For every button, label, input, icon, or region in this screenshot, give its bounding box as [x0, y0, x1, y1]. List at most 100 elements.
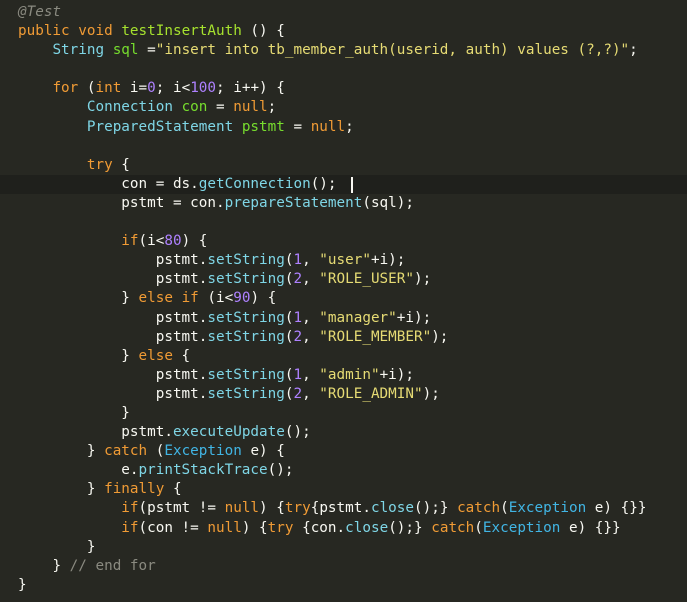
- code-token: pstmt: [121, 424, 165, 441]
- code-token: =: [147, 175, 173, 192]
- code-line[interactable]: e.printStackTrace();: [0, 461, 687, 480]
- code-token: ();}: [388, 519, 432, 536]
- code-token: +: [370, 252, 380, 269]
- code-token: catch: [104, 443, 148, 460]
- code-token: pstmt: [155, 271, 199, 288]
- code-token: ();: [284, 424, 311, 441]
- code-line[interactable]: }: [0, 404, 687, 423]
- code-token: <: [224, 290, 234, 307]
- code-token: pstmt: [155, 385, 199, 402]
- code-token: );: [396, 366, 414, 383]
- code-line[interactable]: ​: [0, 137, 687, 156]
- code-token: ++) {: [241, 80, 285, 97]
- code-token: ) {: [250, 290, 277, 307]
- code-token: pstmt: [241, 118, 285, 135]
- code-line[interactable]: PreparedStatement pstmt = null;: [0, 118, 687, 137]
- code-token: ) {: [181, 233, 208, 250]
- code-line[interactable]: for (int i=0; i<100; i++) {: [0, 79, 687, 98]
- code-token: pstmt: [155, 328, 199, 345]
- code-token: if: [121, 519, 139, 536]
- code-token: if: [121, 233, 139, 250]
- code-token: pstmt: [155, 252, 199, 269]
- code-line[interactable]: if(i<80) {: [0, 232, 687, 251]
- code-token: ;: [216, 80, 234, 97]
- code-token: }: [86, 481, 105, 498]
- code-line[interactable]: pstmt.executeUpdate();: [0, 423, 687, 442]
- code-token: ();: [310, 175, 337, 192]
- code-token: );: [431, 328, 449, 345]
- code-token: ) {: [241, 519, 268, 536]
- code-editor[interactable]: @Test public void testInsertAuth () { Str…: [0, 0, 687, 602]
- code-token: close: [345, 519, 389, 536]
- code-token: e: [568, 519, 578, 536]
- code-token: =: [138, 42, 156, 59]
- code-token: 100: [190, 80, 217, 97]
- code-line[interactable]: con = ds.getConnection();: [0, 174, 687, 194]
- code-token: null: [233, 99, 268, 116]
- code-token: con: [310, 519, 337, 536]
- code-line[interactable]: pstmt.setString(2, "ROLE_MEMBER");: [0, 328, 687, 347]
- code-line[interactable]: if(pstmt != null) {try{pstmt.close();} c…: [0, 499, 687, 518]
- code-token: );: [388, 252, 406, 269]
- code-token: "user": [319, 252, 371, 269]
- code-token: (: [138, 519, 148, 536]
- code-line[interactable]: pstmt.setString(2, "ROLE_USER");: [0, 270, 687, 289]
- code-line[interactable]: } else if (i<90) {: [0, 289, 687, 308]
- code-token: "manager": [319, 309, 397, 326]
- code-token: Connection: [86, 99, 173, 116]
- code-line[interactable]: pstmt.setString(2, "ROLE_ADMIN");: [0, 385, 687, 404]
- code-token: {: [172, 347, 191, 364]
- code-token: ) {}}: [577, 519, 621, 536]
- code-token: null: [224, 500, 260, 517]
- code-token: printStackTrace: [138, 462, 268, 479]
- code-token: ,: [302, 309, 320, 326]
- code-line[interactable]: pstmt.setString(1, "manager"+i);: [0, 309, 687, 328]
- code-line[interactable]: } finally {: [0, 480, 687, 499]
- code-token: e: [121, 462, 130, 479]
- code-token: () {: [241, 23, 285, 40]
- code-line[interactable]: pstmt = con.prepareStatement(sql);: [0, 194, 687, 213]
- code-line[interactable]: pstmt.setString(1, "admin"+i);: [0, 366, 687, 385]
- code-line[interactable]: Connection con = null;: [0, 98, 687, 117]
- code-line[interactable]: ​: [0, 213, 687, 232]
- code-line[interactable]: }: [0, 576, 687, 595]
- code-line[interactable]: } // end for: [0, 557, 687, 576]
- code-line[interactable]: pstmt.setString(1, "user"+i);: [0, 251, 687, 270]
- code-line[interactable]: try {: [0, 156, 687, 175]
- code-token: 1: [293, 366, 303, 383]
- code-line[interactable]: @Test: [0, 3, 687, 22]
- code-line[interactable]: }: [0, 538, 687, 557]
- code-token: ,: [302, 252, 320, 269]
- code-token: 0: [147, 80, 156, 97]
- code-token: PreparedStatement: [86, 118, 234, 135]
- code-token: ) {: [259, 443, 285, 460]
- code-token: ;: [629, 42, 638, 59]
- code-token: Exception: [508, 500, 587, 517]
- code-token: "ROLE_ADMIN": [319, 385, 423, 402]
- code-token: setString: [207, 366, 285, 383]
- code-line[interactable]: public void testInsertAuth () {: [0, 22, 687, 41]
- code-line[interactable]: String sql ="insert into tb_member_auth(…: [0, 41, 687, 60]
- code-token: pstmt: [155, 366, 199, 383]
- code-token: "ROLE_MEMBER": [319, 328, 432, 345]
- code-token: ();: [267, 462, 294, 479]
- code-line[interactable]: } else {: [0, 347, 687, 366]
- code-token: ,: [302, 328, 320, 345]
- code-line[interactable]: if(con != null) {try {con.close();} catc…: [0, 519, 687, 538]
- code-line[interactable]: ​: [0, 60, 687, 79]
- code-token: ;: [155, 80, 173, 97]
- code-line[interactable]: } catch (Exception e) {: [0, 442, 687, 461]
- code-token: close: [370, 500, 415, 517]
- code-token: );: [396, 194, 414, 211]
